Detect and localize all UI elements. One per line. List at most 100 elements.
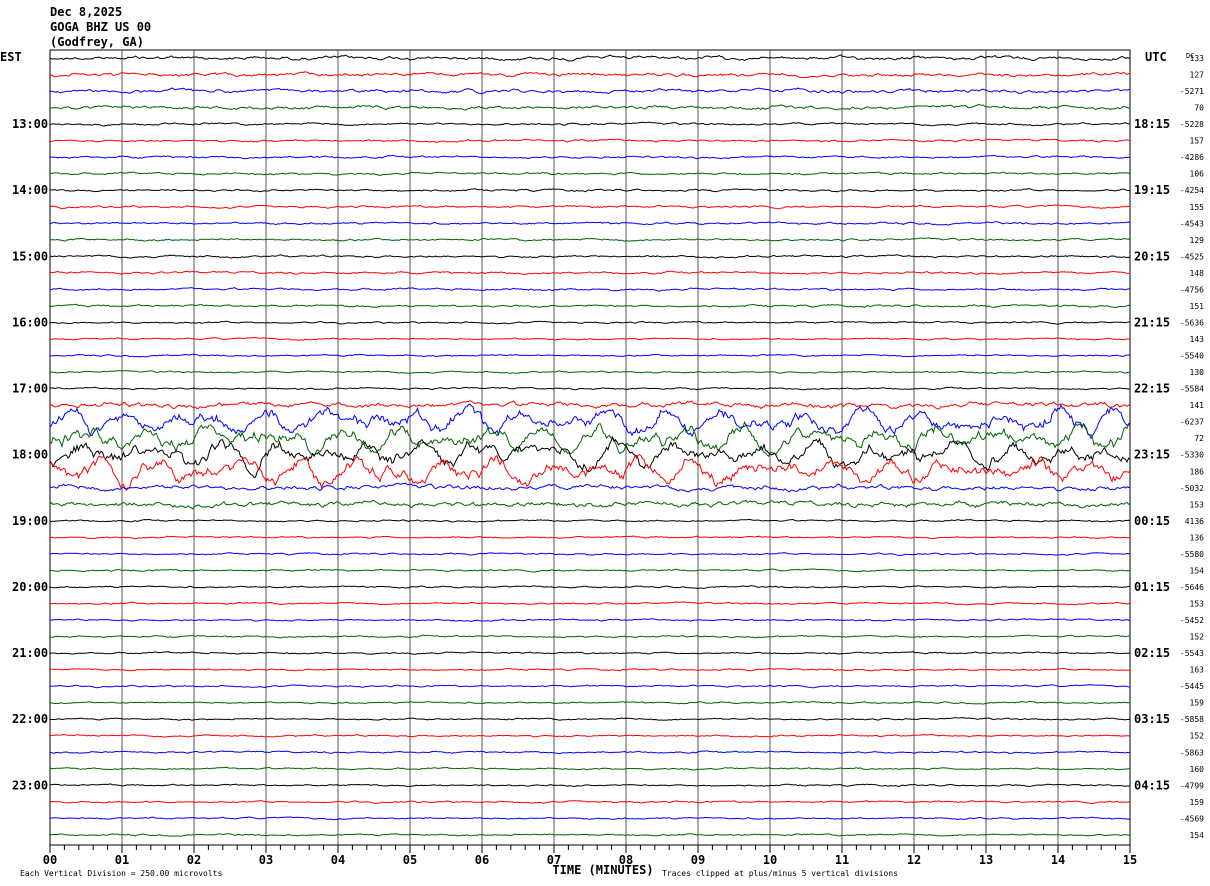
seismic-trace: [49, 800, 1131, 804]
right-timezone-label: UTC: [1145, 50, 1167, 64]
seismic-trace: [49, 518, 1131, 523]
dc-offset-label: 143: [1190, 335, 1205, 344]
seismic-trace: [49, 766, 1131, 771]
dc-offset-label: 155: [1190, 203, 1205, 212]
dc-offset-label: 133: [1190, 54, 1205, 63]
seismic-trace: [49, 54, 1131, 62]
left-hour-label: 20:00: [12, 580, 48, 594]
dc-offset-label: 148: [1190, 269, 1205, 278]
right-hour-label: 01:15: [1134, 580, 1170, 594]
dc-offset-label: -4543: [1180, 219, 1204, 228]
seismic-trace: [49, 138, 1130, 144]
seismic-trace: [49, 270, 1131, 275]
dc-offset-label: 70: [1194, 104, 1204, 113]
seismic-trace: [49, 386, 1131, 391]
dc-offset-label: -5452: [1180, 616, 1204, 625]
seismic-trace: [50, 684, 1131, 689]
right-hour-label: 03:15: [1134, 712, 1170, 726]
dc-offset-label: -4525: [1180, 252, 1204, 261]
dc-offset-label: -5445: [1180, 682, 1204, 691]
seismic-trace: [49, 601, 1131, 606]
dc-offset-label: -5271: [1180, 87, 1204, 96]
left-timezone-label: EST: [0, 50, 22, 64]
right-hour-label: 02:15: [1134, 646, 1170, 660]
seismic-trace: [49, 71, 1131, 79]
left-hour-label: 21:00: [12, 646, 48, 660]
clip-note: Traces clipped at plus/minus 5 vertical …: [662, 869, 898, 878]
dc-offset-label: -4756: [1180, 285, 1204, 294]
seismic-trace: [49, 634, 1131, 639]
scale-note: Each Vertical Division = 250.00 microvol…: [20, 869, 222, 878]
seismic-trace: [49, 816, 1131, 821]
dc-offset-label: 151: [1190, 302, 1205, 311]
seismic-trace: [49, 585, 1130, 589]
seismic-trace: [49, 667, 1131, 672]
x-tick-label: 04: [331, 853, 345, 867]
right-hour-label: 19:15: [1134, 183, 1170, 197]
dc-offset-label: -5543: [1180, 649, 1204, 658]
seismic-trace: [50, 552, 1131, 556]
dc-offset-label: 163: [1190, 666, 1205, 675]
dc-offset-label: -5580: [1180, 550, 1204, 559]
right-hour-label: 20:15: [1134, 249, 1170, 263]
seismic-trace: [49, 420, 1131, 458]
seismic-trace: [49, 188, 1131, 193]
x-tick-label: 06: [475, 853, 489, 867]
dc-offset-label: -5032: [1180, 484, 1204, 493]
dc-offset-label: -5540: [1180, 352, 1204, 361]
seismic-trace: [49, 353, 1131, 358]
right-hour-label: 18:15: [1134, 117, 1170, 131]
seismic-trace: [49, 320, 1131, 325]
left-hour-label: 22:00: [12, 712, 48, 726]
helicorder-plot: 00 01 02 03 04 05 06 07 08 09 10 11 12 13 14 15TIME (MI…: [0, 49, 1205, 878]
right-hour-label: 21:15: [1134, 315, 1170, 329]
seismic-trace: [49, 221, 1131, 226]
seismic-trace: [49, 535, 1131, 540]
left-hour-label: 16:00: [12, 315, 48, 329]
x-tick-label: 12: [907, 853, 921, 867]
seismic-trace: [50, 701, 1131, 705]
x-tick-label: 10: [763, 853, 777, 867]
seismic-trace: [49, 400, 1131, 410]
seismic-trace: [49, 833, 1131, 837]
seismic-trace: [49, 651, 1131, 655]
dc-offset-label: 159: [1190, 699, 1205, 708]
right-hour-label: 00:15: [1134, 514, 1170, 528]
dc-offset-label: 130: [1190, 368, 1205, 377]
dc-offset-label: 154: [1190, 831, 1205, 840]
left-hour-label: 19:00: [12, 514, 48, 528]
seismic-trace: [49, 336, 1131, 341]
x-tick-label: 03: [259, 853, 273, 867]
dc-offset-label: 153: [1190, 500, 1205, 509]
dc-offset-label: 4136: [1185, 517, 1204, 526]
x-tick-label: 01: [115, 853, 129, 867]
x-tick-label: 05: [403, 853, 417, 867]
dc-offset-label: 186: [1190, 467, 1205, 476]
x-tick-label: 02: [187, 853, 201, 867]
left-hour-label: 15:00: [12, 249, 48, 263]
x-tick-label: 15: [1123, 853, 1137, 867]
seismic-trace: [50, 783, 1131, 788]
x-tick-label: 11: [835, 853, 849, 867]
left-hour-label: 23:00: [12, 778, 48, 792]
dc-offset-label: 141: [1190, 401, 1205, 410]
dc-offset-label: 152: [1190, 633, 1205, 642]
seismic-trace: [49, 204, 1131, 210]
left-hour-label: 14:00: [12, 183, 48, 197]
dc-offset-label: -5636: [1180, 318, 1204, 327]
dc-offset-label: 127: [1190, 71, 1205, 80]
dc-offset-label: 159: [1190, 798, 1205, 807]
dc-offset-label: -4569: [1180, 814, 1204, 823]
dc-offset-label: 157: [1190, 137, 1205, 146]
seismic-trace: [49, 171, 1131, 176]
dc-offset-label: 72: [1194, 434, 1204, 443]
seismic-trace: [49, 403, 1131, 440]
dc-offset-label: -5863: [1180, 748, 1204, 757]
x-axis-label: TIME (MINUTES): [552, 863, 653, 877]
dc-offset-label: 129: [1190, 236, 1205, 245]
seismic-trace: [49, 499, 1131, 510]
seismic-trace: [50, 618, 1131, 623]
dc-offset-label: -6237: [1180, 418, 1204, 427]
left-hour-label: 13:00: [12, 117, 48, 131]
seismic-trace: [50, 568, 1131, 573]
